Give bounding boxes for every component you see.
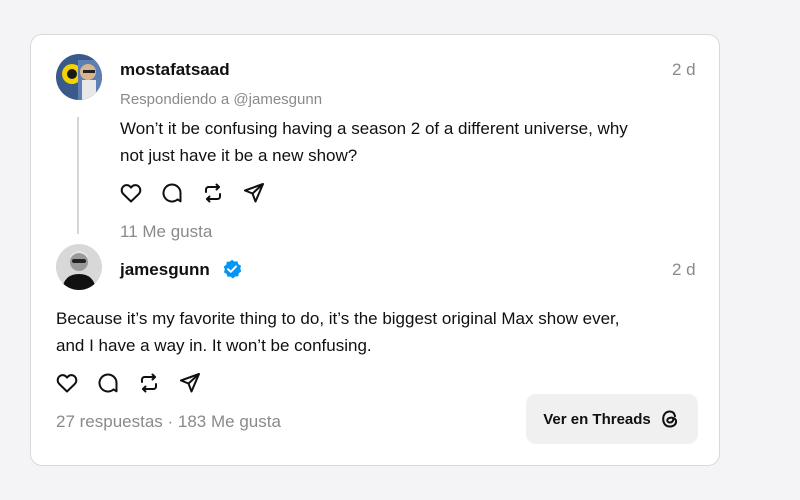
comment-icon[interactable] (96, 371, 120, 395)
post-time: 2 d (672, 60, 696, 79)
avatar[interactable] (56, 244, 102, 290)
replies-likes-stats[interactable]: 27 respuestas · 183 Me gusta (56, 412, 281, 432)
repost-icon[interactable] (137, 371, 161, 395)
heart-icon[interactable] (55, 371, 79, 395)
repost-icon[interactable] (201, 181, 225, 205)
replying-to-label: Respondiendo a @jamesgunn (120, 91, 323, 108)
view-on-threads-label: Ver en Threads (543, 410, 651, 428)
thread-connector-line (77, 117, 79, 234)
verified-icon (222, 259, 242, 279)
username[interactable]: mostafatsaad (120, 60, 230, 80)
view-on-threads-button[interactable]: Ver en Threads (526, 394, 698, 444)
post-text: Because it’s my favorite thing to do, it… (56, 305, 706, 359)
share-icon[interactable] (178, 371, 202, 395)
avatar[interactable] (56, 54, 102, 100)
post-text-line: and I have a way in. It won’t be confusi… (56, 336, 372, 355)
heart-icon[interactable] (119, 181, 143, 205)
post-time: 2 d (672, 260, 696, 279)
post-text-line: not just have it be a new show? (120, 146, 358, 165)
action-bar (55, 371, 219, 395)
username[interactable]: jamesgunn (120, 260, 210, 280)
action-bar (119, 181, 283, 205)
comment-icon[interactable] (160, 181, 184, 205)
post-text-line: Won’t it be confusing having a season 2 … (120, 119, 628, 138)
share-icon[interactable] (242, 181, 266, 205)
likes-count[interactable]: 11 Me gusta (120, 222, 212, 242)
post-text: Won’t it be confusing having a season 2 … (120, 115, 710, 169)
post-text-line: Because it’s my favorite thing to do, it… (56, 309, 620, 328)
threads-logo-icon (659, 408, 681, 430)
